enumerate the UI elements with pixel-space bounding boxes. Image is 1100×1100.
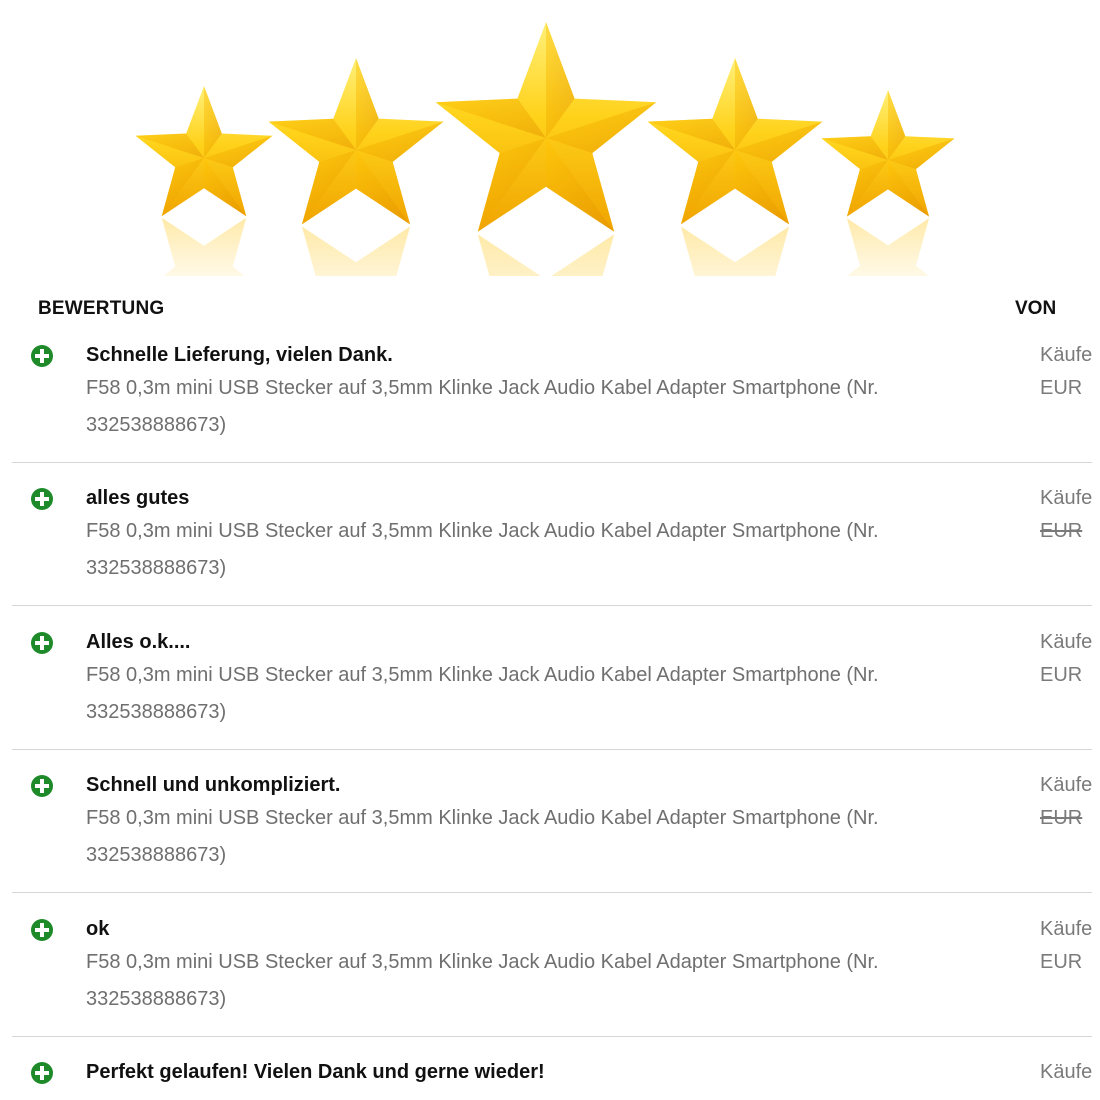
feedback-price: EUR (1040, 520, 1083, 542)
feedback-buyer[interactable]: Käufe (1040, 631, 1092, 654)
rating-stars-banner (0, 0, 1100, 282)
feedback-price: EUR (1040, 951, 1083, 973)
feedback-price: EUR (1040, 807, 1083, 829)
feedback-price: EUR (1040, 377, 1083, 399)
feedback-title: alles gutes (86, 487, 190, 509)
plus-circle-icon (31, 632, 53, 654)
plus-circle-icon (31, 1062, 53, 1084)
star-reflection (155, 217, 253, 282)
feedback-title: Alles o.k.... (86, 631, 191, 653)
feedback-row: alles gutes F58 0,3m mini USB Stecker au… (0, 487, 1100, 630)
row-divider (12, 749, 1092, 750)
feedback-item-link[interactable]: F58 0,3m mini USB Stecker auf 3,5mm Klin… (86, 800, 1006, 874)
feedback-buyer[interactable]: Käufe (1040, 487, 1092, 510)
plus-circle-icon (31, 919, 53, 941)
feedback-row: Perfekt gelaufen! Vielen Dank und gerne … (0, 1061, 1100, 1100)
feedback-row: Schnelle Lieferung, vielen Dank. F58 0,3… (0, 344, 1100, 487)
feedback-title: Schnell und unkompliziert. (86, 774, 341, 796)
feedback-row: Schnell und unkompliziert. F58 0,3m mini… (0, 774, 1100, 917)
feedback-title: ok (86, 918, 110, 940)
feedback-row: Alles o.k.... F58 0,3m mini USB Stecker … (0, 631, 1100, 774)
column-header-from: VON (1015, 298, 1057, 319)
row-divider (12, 605, 1092, 606)
plus-circle-icon (31, 775, 53, 797)
plus-circle-icon (31, 488, 53, 510)
banner-bottom-edge (0, 276, 1100, 282)
star-reflection (301, 226, 411, 282)
feedback-title: Perfekt gelaufen! Vielen Dank und gerne … (86, 1061, 545, 1083)
feedback-item-link[interactable]: F58 0,3m mini USB Stecker auf 3,5mm Klin… (86, 513, 1006, 587)
feedback-buyer[interactable]: Käufe (1040, 344, 1092, 367)
feedback-price: EUR (1040, 664, 1083, 686)
feedback-buyer[interactable]: Käufe (1040, 774, 1092, 797)
row-divider (12, 462, 1092, 463)
star-reflection (839, 218, 937, 282)
feedback-title: Schnelle Lieferung, vielen Dank. (86, 344, 393, 366)
star-reflection (477, 234, 615, 282)
star-reflection (680, 226, 790, 282)
feedback-page: BEWERTUNG VON Schnelle Lieferung, vielen… (0, 0, 1100, 1100)
row-divider (12, 892, 1092, 893)
feedback-buyer[interactable]: Käufe (1040, 1061, 1092, 1084)
feedback-buyer[interactable]: Käufe (1040, 918, 1092, 941)
feedback-item-link[interactable]: F58 0,3m mini USB Stecker auf 3,5mm Klin… (86, 944, 1006, 1018)
feedback-item-link[interactable]: F58 0,3m mini USB Stecker auf 3,5mm Klin… (86, 370, 1006, 444)
stars-graphic (0, 22, 1100, 282)
feedback-item-link[interactable]: F58 0,3m mini USB Stecker auf 3,5mm Klin… (86, 657, 1006, 731)
row-divider (12, 1036, 1092, 1037)
column-header-rating: BEWERTUNG (38, 298, 165, 319)
plus-circle-icon (31, 345, 53, 367)
feedback-row: ok F58 0,3m mini USB Stecker auf 3,5mm K… (0, 918, 1100, 1061)
